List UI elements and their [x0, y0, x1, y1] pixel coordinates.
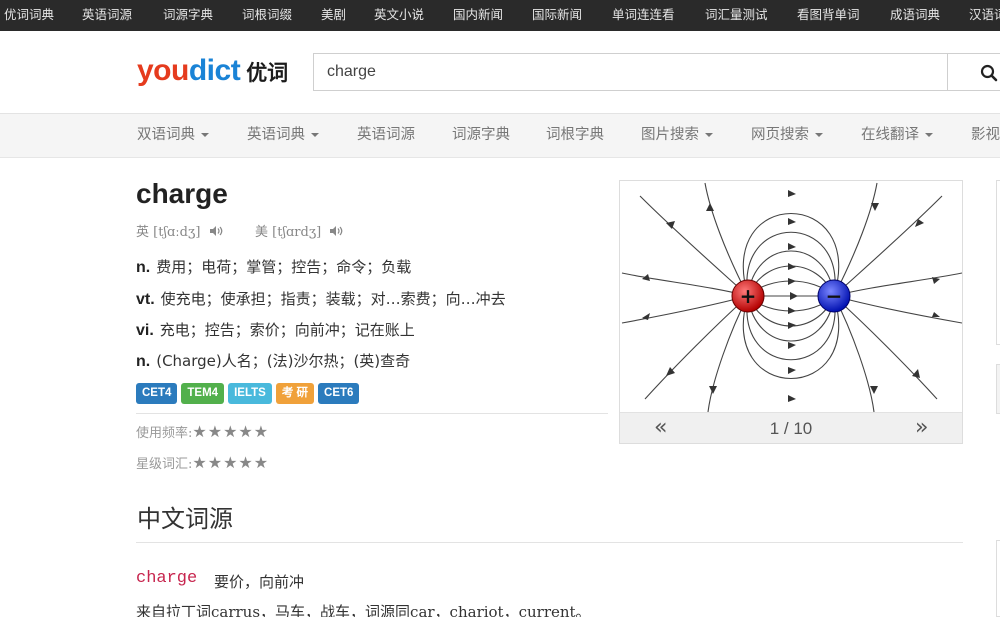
tag-tem4[interactable]: TEM4 — [181, 383, 225, 404]
part-of-speech: vi. — [136, 322, 154, 339]
part-of-speech: vt. — [136, 291, 155, 308]
definition-row: n. (Charge)人名；(法)沙尔热；(英)查奇 — [136, 350, 410, 371]
logo-dict: dict — [188, 54, 241, 87]
top-link-chinese-dictionary[interactable]: 汉语词 — [969, 0, 1000, 30]
speaker-icon[interactable] — [209, 225, 223, 241]
definition-row: vi. 充电；控告；索价；向前冲；记在账上 — [136, 319, 415, 340]
word-level: 星级词汇:★★★★★ — [136, 453, 269, 472]
search-icon — [980, 64, 998, 82]
top-link-word-match[interactable]: 单词连连看 — [612, 0, 675, 30]
nav-bilingual-dictionary[interactable]: 双语词典 — [137, 114, 209, 156]
definition-row: n. 费用；电荷；掌管；控告；命令；负载 — [136, 256, 411, 277]
caret-down-icon — [201, 133, 209, 137]
definition-row: vt. 使充电；使承担；指责；装载；对…索费；向…冲去 — [136, 288, 506, 309]
nav-movies[interactable]: 影视 — [971, 114, 1000, 156]
uk-pronunciation: 英 [tʃɑːdʒ] — [136, 221, 223, 241]
nav-label: 英语词典 — [247, 127, 305, 143]
tag-cet4[interactable]: CET4 — [136, 383, 178, 404]
top-link-roots-affixes[interactable]: 词根词缀 — [242, 0, 292, 30]
usage-frequency: 使用频率:★★★★★ — [136, 422, 269, 441]
negative-charge-sign: − — [826, 284, 843, 308]
nav-label: 图片搜索 — [641, 127, 699, 143]
definition-text: 费用；电荷；掌管；控告；命令；负载 — [156, 258, 412, 276]
top-link-domestic-news[interactable]: 国内新闻 — [453, 0, 503, 30]
nav-label: 网页搜索 — [751, 127, 809, 143]
nav-label: 双语词典 — [137, 127, 195, 143]
us-phonetic: [tʃɑrdʒ] — [272, 225, 322, 240]
top-link-etymology-dictionary[interactable]: 词源字典 — [163, 0, 213, 30]
uk-phonetic: [tʃɑːdʒ] — [153, 225, 201, 240]
caret-down-icon — [815, 133, 823, 137]
part-of-speech: n. — [136, 353, 151, 370]
right-side-panel — [996, 180, 1000, 345]
top-link-youci-dictionary[interactable]: 优词词典 — [4, 0, 54, 30]
site-logo[interactable]: you dict 优词 — [137, 54, 288, 90]
logo-you: you — [137, 54, 189, 87]
top-link-idiom-dictionary[interactable]: 成语词典 — [890, 0, 940, 30]
caret-down-icon — [705, 133, 713, 137]
search-button[interactable] — [947, 53, 1000, 91]
carousel-controls: « 1 / 10 » — [620, 412, 962, 443]
speaker-icon[interactable] — [329, 225, 343, 241]
nav-roots-dictionary[interactable]: 词根字典 — [546, 114, 604, 156]
us-pronunciation: 美 [tʃɑrdʒ] — [255, 221, 343, 241]
divider — [136, 542, 963, 543]
nav-web-search[interactable]: 网页搜索 — [751, 114, 823, 156]
definition-text: 充电；控告；索价；向前冲；记在账上 — [159, 321, 415, 339]
image-carousel: + − « 1 / 10 » — [619, 180, 963, 444]
secondary-nav: 双语词典 英语词典 英语词源 词源字典 词根字典 图片搜索 网页搜索 在线翻译 … — [0, 114, 1000, 158]
frequency-stars: ★★★★★ — [192, 422, 270, 441]
etymology-word: charge — [136, 569, 198, 588]
nav-online-translate[interactable]: 在线翻译 — [861, 114, 933, 156]
definition-text: 使充电；使承担；指责；装载；对…索费；向…冲去 — [160, 290, 506, 308]
definition-text: (Charge)人名；(法)沙尔热；(英)查奇 — [156, 352, 411, 370]
carousel-next-button[interactable]: » — [915, 413, 928, 443]
nav-english-etymology[interactable]: 英语词源 — [357, 114, 415, 156]
nav-image-search[interactable]: 图片搜索 — [641, 114, 713, 156]
electric-field-image[interactable]: + − — [620, 181, 962, 412]
right-side-panel — [996, 364, 1000, 414]
site-header: you dict 优词 — [0, 31, 1000, 114]
tag-kaoyan[interactable]: 考 研 — [275, 383, 315, 404]
carousel-counter: 1 / 10 — [769, 419, 813, 438]
top-link-vocab-test[interactable]: 词汇量测试 — [705, 0, 768, 30]
top-link-picture-words[interactable]: 看图背单词 — [797, 0, 860, 30]
search-input[interactable] — [313, 53, 948, 91]
top-link-world-news[interactable]: 国际新闻 — [532, 0, 582, 30]
frequency-label: 使用频率: — [136, 426, 193, 441]
word-title: charge — [136, 178, 228, 209]
level-label: 星级词汇: — [136, 457, 193, 472]
etymology-meaning: 要价，向前冲 — [214, 573, 305, 591]
exam-tags: CET4 TEM4 IELTS 考 研 CET6 — [136, 383, 360, 404]
tag-ielts[interactable]: IELTS — [228, 383, 272, 404]
top-link-english-novels[interactable]: 英文小说 — [374, 0, 424, 30]
divider — [136, 413, 608, 414]
caret-down-icon — [925, 133, 933, 137]
level-stars: ★★★★★ — [192, 453, 270, 472]
top-link-tv-series[interactable]: 美剧 — [321, 0, 346, 30]
top-link-bar: 优词词典 英语词源 词源字典 词根词缀 美剧 英文小说 国内新闻 国际新闻 单词… — [0, 0, 1000, 31]
positive-charge-sign: + — [740, 284, 757, 308]
nav-english-dictionary[interactable]: 英语词典 — [247, 114, 319, 156]
tag-cet6[interactable]: CET6 — [318, 383, 360, 404]
etymology-text: 来自拉丁词carrus，马车，战车，词源同car，chariot，current… — [136, 603, 591, 617]
section-title-etymology: 中文词源 — [137, 505, 233, 533]
us-label: 美 — [255, 225, 269, 240]
part-of-speech: n. — [136, 259, 151, 276]
nav-label: 在线翻译 — [861, 127, 919, 143]
top-link-english-etymology[interactable]: 英语词源 — [82, 0, 132, 30]
right-side-panel — [996, 540, 1000, 617]
uk-label: 英 — [136, 225, 150, 240]
nav-etymology-dictionary[interactable]: 词源字典 — [452, 114, 510, 156]
caret-down-icon — [311, 133, 319, 137]
logo-cn: 优词 — [246, 61, 289, 85]
